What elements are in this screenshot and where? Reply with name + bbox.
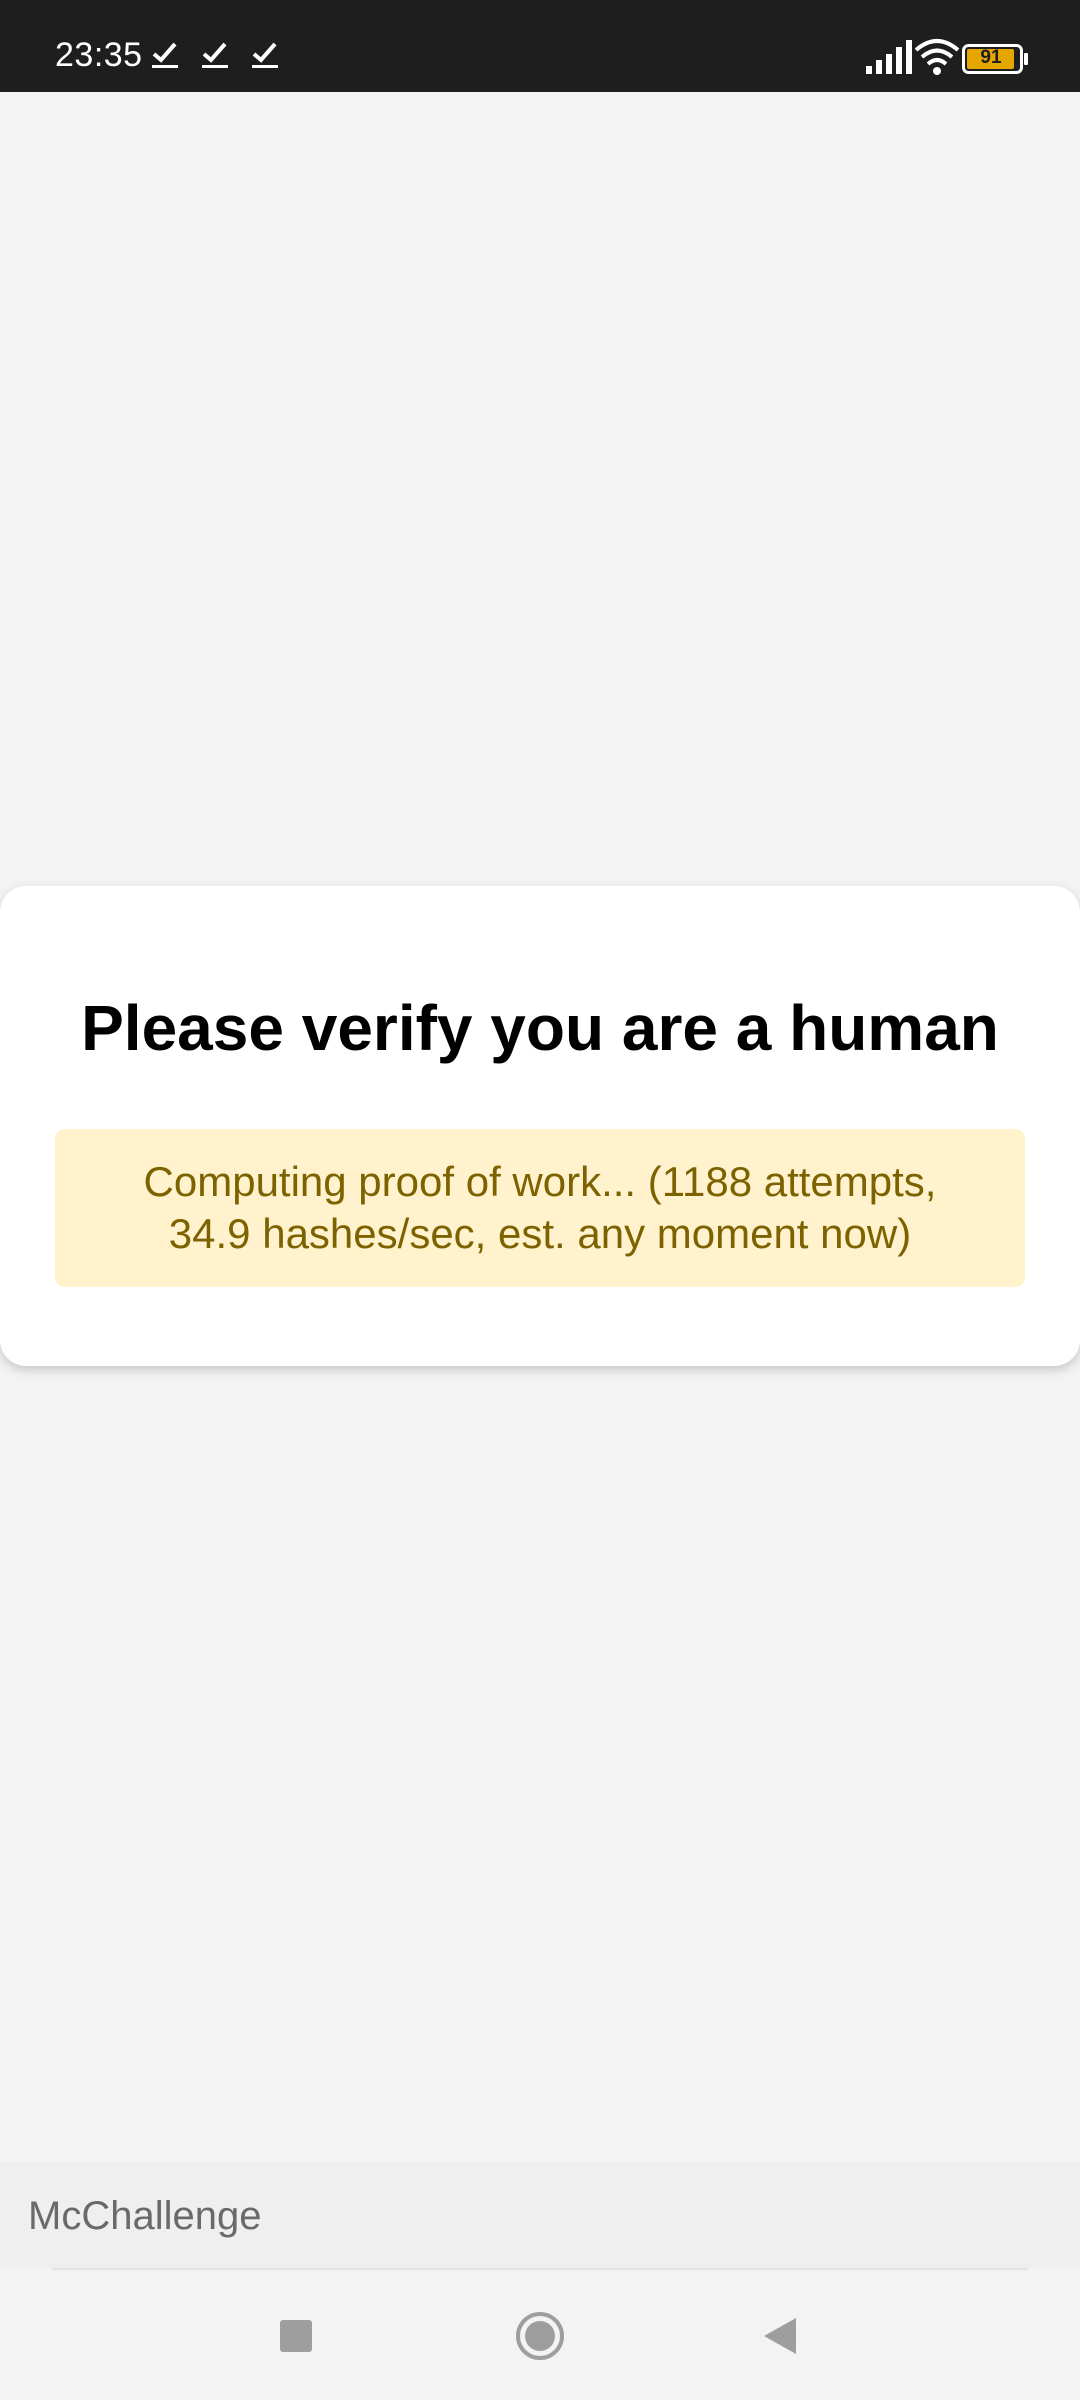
pow-status-box: Computing proof of work... (1188 attempt… — [55, 1129, 1025, 1287]
pow-status-line-1: Computing proof of work... (1188 attempt… — [143, 1158, 937, 1205]
verification-card: Please verify you are a human Computing … — [0, 886, 1080, 1366]
wifi-icon — [914, 39, 960, 75]
check-icon — [152, 42, 178, 68]
back-button[interactable] — [752, 2306, 812, 2366]
check-icon — [252, 42, 278, 68]
navigation-bar — [0, 2270, 1080, 2400]
status-bar: 23:35 91 — [0, 0, 1080, 92]
check-icon — [202, 42, 228, 68]
app-label: McChallenge — [28, 2194, 262, 2238]
recents-button[interactable] — [266, 2306, 326, 2366]
signal-icon — [866, 40, 912, 74]
battery-level: 91 — [980, 47, 1002, 68]
app-label-bar: McChallenge — [0, 2162, 1080, 2268]
page-title: Please verify you are a human — [81, 992, 999, 1064]
status-time: 23:35 — [55, 36, 143, 74]
pow-status-line-2: 34.9 hashes/sec, est. any moment now) — [168, 1210, 912, 1257]
home-button[interactable] — [510, 2306, 570, 2366]
